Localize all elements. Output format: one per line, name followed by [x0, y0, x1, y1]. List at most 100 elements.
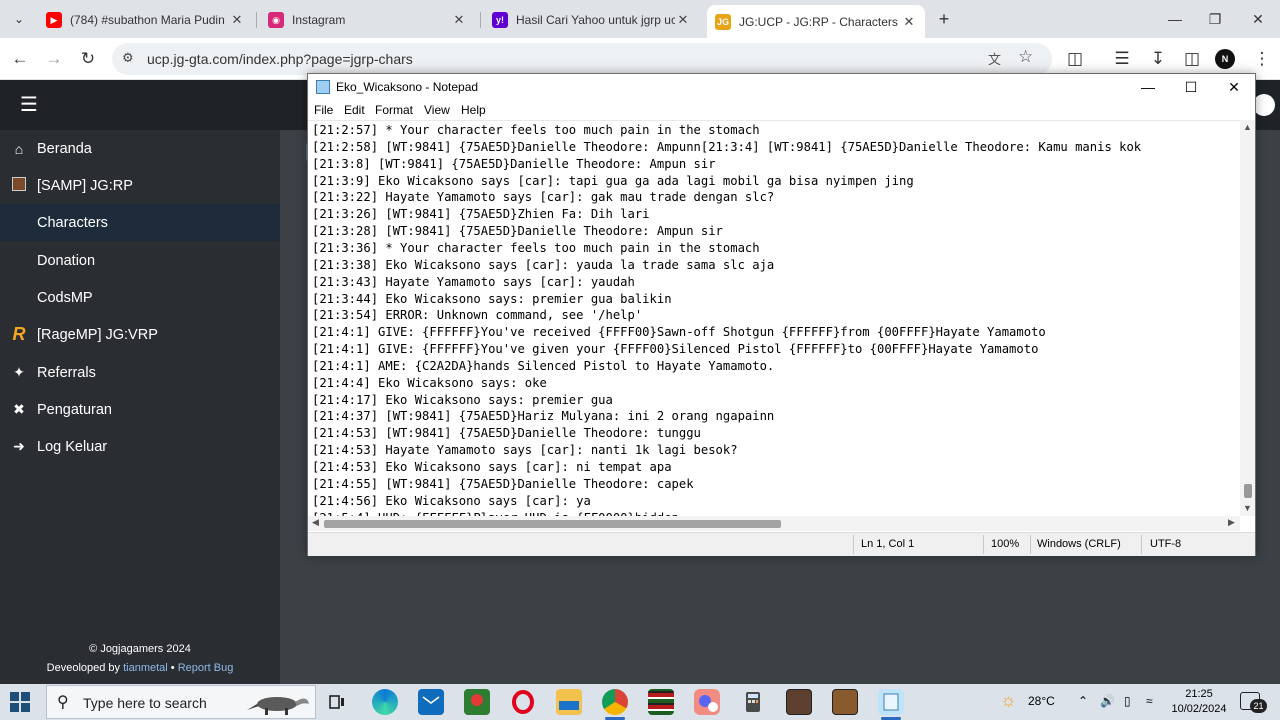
sidebar-item-samp-jgrp[interactable]: [SAMP] JG:RP	[0, 167, 280, 204]
sidebar-item-referrals[interactable]: ✦ Referrals	[0, 354, 280, 391]
opera-icon[interactable]	[510, 689, 536, 715]
notepad-line: [21:3:28] [WT:9841] {75AE5D}Danielle The…	[312, 224, 723, 239]
horizontal-scrollbar[interactable]: ◀ ▶	[308, 516, 1240, 531]
sidebar-item-label: Log Keluar	[37, 438, 108, 455]
edge-browser-icon[interactable]	[372, 689, 398, 715]
windows-start-icon[interactable]	[10, 692, 30, 712]
tab-yahoo[interactable]: y! Hasil Cari Yahoo untuk jgrp ucp ✕	[484, 5, 699, 35]
gta-sa-app-icon[interactable]	[832, 689, 858, 715]
scroll-up-arrow-icon[interactable]: ▲	[1240, 122, 1255, 132]
reload-icon[interactable]: ↻	[76, 47, 100, 71]
hamburger-menu-icon[interactable]: ☰	[20, 95, 38, 115]
user-avatar[interactable]	[1253, 94, 1275, 116]
status-separator	[853, 535, 854, 554]
tray-overflow-chevron-icon[interactable]: ⌃	[1078, 694, 1088, 708]
scroll-down-arrow-icon[interactable]: ▼	[1240, 503, 1255, 513]
status-separator	[1141, 535, 1142, 554]
report-bug-link[interactable]: Report Bug	[178, 662, 234, 674]
close-window-icon[interactable]: ✕	[1243, 8, 1273, 30]
address-bar[interactable]: ⚙ ucp.jg-gta.com/index.php?page=jgrp-cha…	[112, 43, 1052, 75]
back-arrow-icon[interactable]: ←	[8, 47, 32, 71]
weather-icon[interactable]: ☼	[1000, 690, 1017, 711]
menu-help[interactable]: Help	[461, 103, 486, 117]
menu-view[interactable]: View	[424, 103, 450, 117]
tab-close-icon[interactable]: ✕	[675, 12, 691, 28]
weather-temperature[interactable]: 28°C	[1028, 694, 1055, 708]
chrome-icon[interactable]	[602, 689, 628, 715]
tab-search-chevron-icon[interactable]: ⌄	[8, 8, 30, 30]
task-view-icon[interactable]	[324, 689, 350, 715]
notification-center-icon[interactable]: 21	[1240, 692, 1267, 713]
sidebar-item-label: Referrals	[37, 364, 96, 381]
notification-count-badge: 21	[1250, 699, 1267, 713]
profile-avatar[interactable]: N	[1215, 49, 1235, 69]
menu-edit[interactable]: Edit	[344, 103, 365, 117]
sidebar-item-beranda[interactable]: ⌂ Beranda	[0, 130, 280, 167]
volume-icon[interactable]: 🔊	[1100, 694, 1115, 708]
url-text[interactable]: ucp.jg-gta.com/index.php?page=jgrp-chars	[147, 51, 413, 67]
tab-close-icon[interactable]: ✕	[451, 12, 467, 28]
footer-copyright: © Jogjagamers 2024	[89, 643, 191, 655]
sidebar-item-codsmp[interactable]: CodsMP	[0, 279, 280, 316]
discord-like-app-icon[interactable]	[694, 689, 720, 715]
menu-format[interactable]: Format	[375, 103, 413, 117]
footer-author-link[interactable]: tianmetal	[123, 662, 168, 674]
browser-tab-strip: ⌄ ▶ (784) #subathon Maria Pudin | I ✕ ◉ …	[0, 0, 1280, 38]
youtube-icon: ▶	[46, 12, 62, 28]
scroll-left-arrow-icon[interactable]: ◀	[312, 517, 319, 528]
search-icon: ⚲	[57, 694, 69, 711]
tab-jgucp-characters[interactable]: JG JG:UCP - JG:RP - Characters ✕	[707, 5, 925, 38]
browser-menu-icon[interactable]: ⋮	[1250, 47, 1274, 71]
battery-icon[interactable]: ▯	[1124, 694, 1131, 708]
notepad-titlebar[interactable]: Eko_Wicaksono - Notepad — ☐ ✕	[308, 74, 1255, 100]
sidebar-item-characters[interactable]: Characters	[0, 204, 280, 241]
taskbar-clock[interactable]: 21:25 10/02/2024	[1164, 687, 1234, 717]
sidebar-item-log-keluar[interactable]: ➜ Log Keluar	[0, 428, 280, 465]
download-icon[interactable]: ↧	[1146, 47, 1170, 71]
tab-youtube[interactable]: ▶ (784) #subathon Maria Pudin | I ✕	[38, 5, 253, 35]
notepad-line: [21:3:54] ERROR: Unknown command, see '/…	[312, 308, 643, 323]
status-separator	[983, 535, 984, 554]
status-separator	[1030, 535, 1031, 554]
tab-close-icon[interactable]: ✕	[901, 14, 917, 30]
menu-file[interactable]: File	[314, 103, 333, 117]
vertical-scroll-thumb[interactable]	[1244, 484, 1252, 498]
clock-time: 21:25	[1185, 688, 1213, 700]
forward-arrow-icon[interactable]: →	[42, 47, 66, 71]
taskbar-search-box[interactable]: ⚲ Type here to search	[46, 685, 316, 719]
horizontal-scroll-thumb[interactable]	[324, 520, 781, 528]
yahoo-icon: y!	[492, 12, 508, 28]
notepad-maximize-icon[interactable]: ☐	[1171, 76, 1211, 98]
restore-icon[interactable]: ❐	[1200, 8, 1230, 30]
tab-close-icon[interactable]: ✕	[229, 12, 245, 28]
notepad-text-area[interactable]: [21:2:57] * Your character feels too muc…	[308, 120, 1240, 516]
media-queue-icon[interactable]: ☰	[1110, 47, 1134, 71]
extensions-icon[interactable]: ◫	[1063, 47, 1087, 71]
mail-icon[interactable]	[418, 689, 444, 715]
bookmark-star-icon[interactable]: ☆	[1018, 47, 1033, 67]
logout-icon: ➜	[13, 438, 25, 454]
minimize-icon[interactable]: —	[1160, 8, 1190, 30]
samp-app-icon[interactable]	[786, 689, 812, 715]
file-explorer-icon[interactable]	[556, 689, 582, 715]
notepad-taskbar-icon[interactable]	[878, 689, 904, 715]
game-app-icon[interactable]	[464, 689, 490, 715]
notepad-minimize-icon[interactable]: —	[1128, 76, 1168, 98]
scroll-right-arrow-icon[interactable]: ▶	[1228, 517, 1235, 528]
kenya-flag-app-icon[interactable]	[648, 689, 674, 715]
vertical-scrollbar[interactable]: ▲ ▼	[1240, 120, 1255, 516]
status-encoding: UTF-8	[1150, 538, 1182, 550]
site-settings-icon[interactable]: ⚙	[122, 50, 134, 66]
tab-instagram[interactable]: ◉ Instagram ✕	[260, 5, 475, 35]
notepad-close-icon[interactable]: ✕	[1214, 76, 1254, 98]
sidebar-item-pengaturan[interactable]: ✖ Pengaturan	[0, 391, 280, 428]
translate-icon[interactable]: 文	[988, 49, 1001, 68]
tab-title: JG:UCP - JG:RP - Characters	[739, 14, 898, 29]
new-tab-button[interactable]: +	[933, 8, 955, 30]
wifi-icon[interactable]: ≈	[1146, 694, 1153, 708]
sidebar-item-ragemp-jgvrp[interactable]: R [RageMP] JG:VRP	[0, 316, 280, 353]
calculator-icon[interactable]	[740, 689, 766, 715]
status-cursor-position: Ln 1, Col 1	[861, 538, 915, 550]
sidepanel-icon[interactable]: ◫	[1180, 47, 1204, 71]
sidebar-item-donation[interactable]: Donation	[0, 242, 280, 279]
